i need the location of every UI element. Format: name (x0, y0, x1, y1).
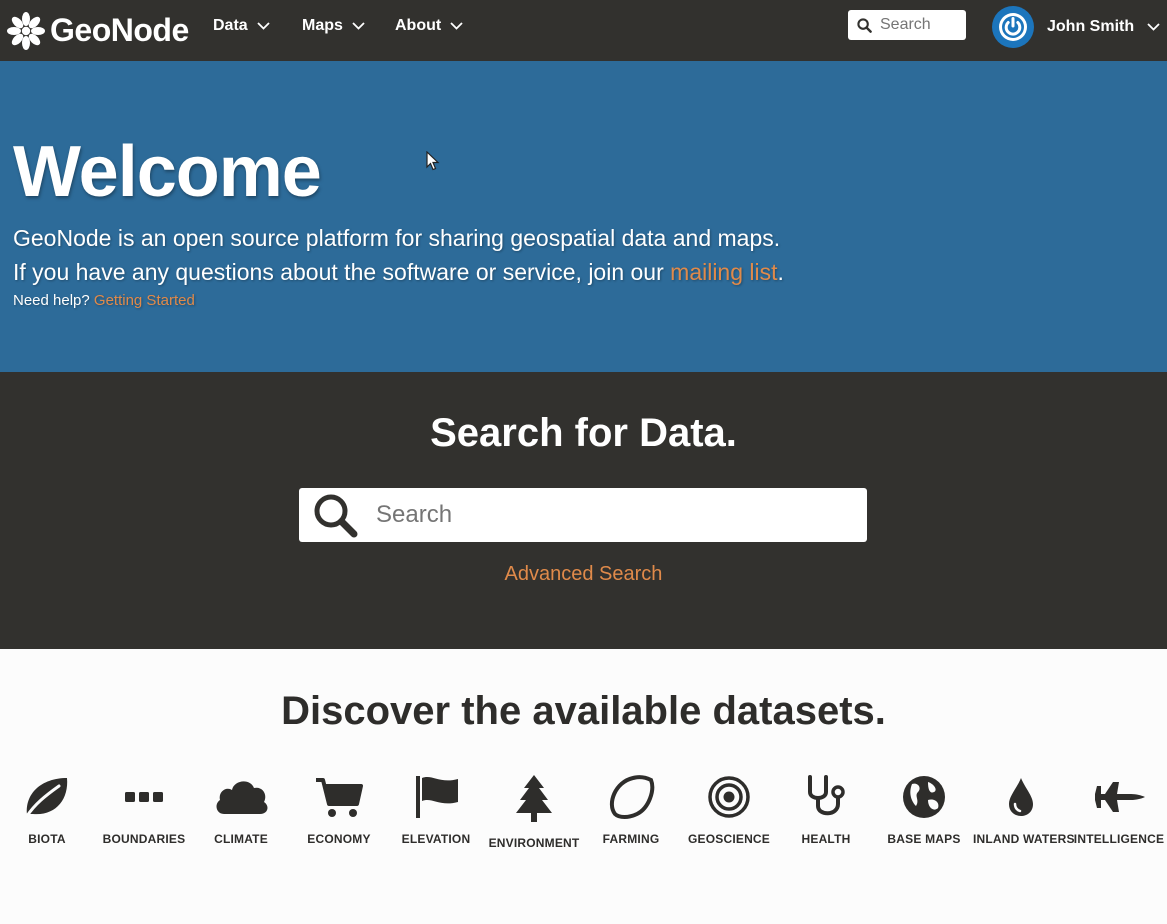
chevron-down-icon (352, 22, 365, 30)
discover-title: Discover the available datasets. (281, 689, 886, 733)
category-label: ECONOMY (307, 832, 371, 846)
leaf-icon (25, 778, 68, 818)
chevron-down-icon (450, 22, 463, 30)
category-label: INLAND WATERS (973, 832, 1075, 846)
welcome-hero: Welcome GeoNode is an open source platfo… (0, 61, 1167, 372)
hero-line-1: GeoNode is an open source platform for s… (13, 225, 781, 251)
category-climate[interactable]: CLIMATE (193, 774, 289, 846)
jet-icon (1095, 782, 1145, 812)
nav-menu-maps[interactable]: Maps (302, 17, 365, 35)
dots-icon (125, 792, 163, 802)
search-icon[interactable] (312, 492, 358, 538)
lemon-icon (609, 775, 655, 819)
main-search-box (299, 488, 867, 542)
search-section-title: Search for Data. (430, 411, 737, 455)
nav-menu-label: Maps (302, 17, 343, 34)
geonode-flower-icon (7, 11, 45, 50)
mouse-cursor-icon (426, 151, 440, 171)
target-icon (708, 776, 750, 818)
user-name: John Smith (1047, 18, 1135, 35)
hero-title: Welcome (13, 132, 322, 212)
category-boundaries[interactable]: BOUNDARIES (96, 774, 192, 846)
category-intelligence[interactable]: INTELLIGENCE (1071, 774, 1167, 846)
advanced-search-link[interactable]: Advanced Search (0, 563, 1167, 586)
globe-icon (903, 776, 945, 818)
tree-icon (516, 775, 552, 822)
main-search-input[interactable] (376, 501, 836, 529)
mailing-list-link[interactable]: mailing list (670, 259, 777, 285)
search-icon[interactable] (857, 17, 872, 33)
brand-name: GeoNode (50, 12, 189, 48)
power-icon (999, 13, 1027, 41)
navbar-search-box (848, 10, 966, 40)
category-base-maps[interactable]: BASE MAPS (876, 774, 972, 846)
nav-menu-about[interactable]: About (395, 17, 463, 35)
category-label: ENVIRONMENT (488, 836, 580, 850)
hero-description: GeoNode is an open source platform for s… (13, 221, 784, 289)
geonode-logo[interactable]: GeoNode (6, 11, 189, 51)
category-label: INTELLIGENCE (1073, 832, 1165, 846)
user-menu[interactable]: John Smith (992, 6, 1160, 48)
hero-line-2-text: If you have any questions about the soft… (13, 259, 671, 285)
category-farming[interactable]: FARMING (583, 774, 679, 846)
nav-menu-label: Data (213, 17, 248, 34)
cart-icon (316, 778, 363, 817)
category-economy[interactable]: ECONOMY (291, 774, 387, 846)
discover-datasets-section: Discover the available datasets. BIOTA B… (0, 649, 1167, 924)
category-label: ELEVATION (401, 832, 471, 846)
chevron-down-icon (1147, 23, 1160, 31)
category-elevation[interactable]: ELEVATION (388, 774, 484, 846)
cloud-icon (216, 781, 268, 814)
category-label: BOUNDARIES (102, 832, 186, 846)
category-health[interactable]: HEALTH (778, 774, 874, 846)
top-navbar: GeoNode Data Maps About John Smith (0, 0, 1167, 61)
category-label: FARMING (602, 832, 660, 846)
flag-icon (416, 776, 458, 818)
category-label: BASE MAPS (887, 832, 961, 846)
category-environment[interactable]: ENVIRONMENT (486, 774, 582, 850)
category-label: CLIMATE (214, 832, 268, 846)
avatar (992, 6, 1034, 48)
chevron-down-icon (257, 22, 270, 30)
hero-line-2-end: . (777, 259, 784, 285)
category-inland-waters[interactable]: INLAND WATERS (973, 774, 1075, 846)
getting-started-link[interactable]: Getting Started (94, 292, 195, 309)
nav-menu-data[interactable]: Data (213, 17, 270, 35)
category-geoscience[interactable]: GEOSCIENCE (681, 774, 777, 846)
category-biota[interactable]: BIOTA (0, 774, 95, 846)
category-label: HEALTH (801, 832, 851, 846)
drop-icon (1009, 778, 1033, 816)
search-data-section: Search for Data. Advanced Search (0, 372, 1167, 649)
stethoscope-icon (808, 775, 845, 816)
help-text: Need help? (13, 292, 90, 309)
navbar-search-input[interactable] (880, 16, 962, 34)
hero-help: Need help? Getting Started (13, 292, 195, 309)
hero-line-2: If you have any questions about the soft… (13, 255, 784, 289)
category-label: GEOSCIENCE (687, 832, 770, 846)
nav-menu-label: About (395, 17, 442, 34)
category-label: BIOTA (28, 832, 66, 846)
